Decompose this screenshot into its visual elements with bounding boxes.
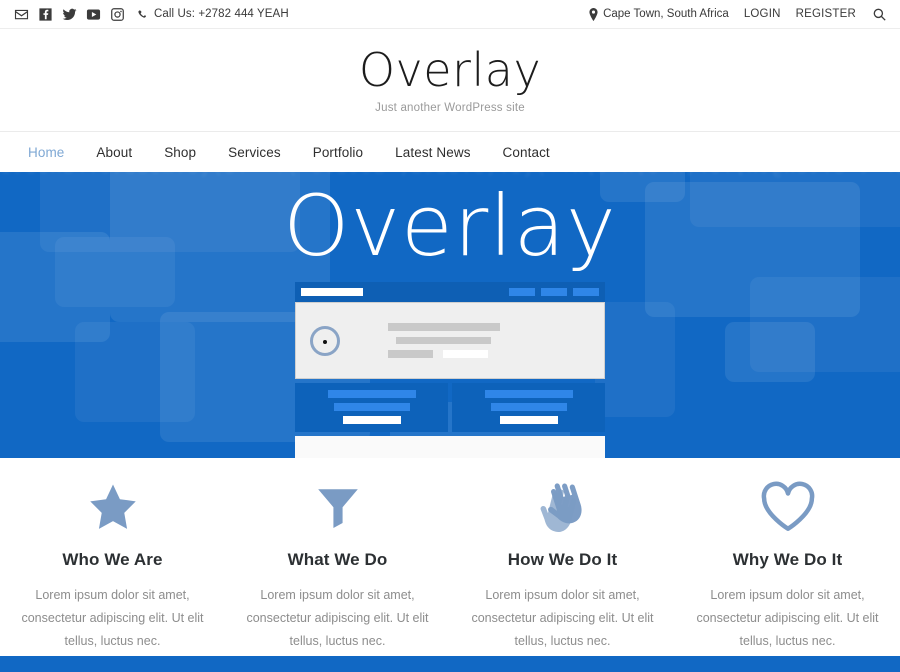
masthead: Overlay Just another WordPress site <box>0 29 900 132</box>
mockup-menu-item <box>573 288 599 296</box>
hero-title: Overlay <box>283 177 617 275</box>
search-icon[interactable] <box>873 8 886 21</box>
phone-text: Call Us: +2782 444 YEAH <box>154 8 289 20</box>
feature-card-who-we-are: Who We Are Lorem ipsum dolor sit amet, c… <box>0 476 225 653</box>
site-title[interactable]: Overlay <box>359 46 541 95</box>
nav-item-about[interactable]: About <box>96 145 132 160</box>
phone-icon <box>137 8 149 20</box>
top-utility-bar: Call Us: +2782 444 YEAH Cape Town, South… <box>0 0 900 29</box>
nav-item-shop[interactable]: Shop <box>164 145 196 160</box>
nav-item-home[interactable]: Home <box>28 145 64 160</box>
mockup-circle-graphic <box>310 325 340 356</box>
top-right-group: Cape Town, South Africa LOGIN REGISTER <box>588 7 886 21</box>
hero-banner: var t=e.length;for(n=0;n<t;n++){if(s.dat… <box>0 172 900 458</box>
mockup-footer-panel <box>295 436 605 458</box>
social-links <box>14 7 125 22</box>
nav-item-latest-news[interactable]: Latest News <box>395 145 470 160</box>
feature-card-why-we-do-it: Why We Do It Lorem ipsum dolor sit amet,… <box>675 476 900 653</box>
map-pin-icon <box>588 7 599 21</box>
mockup-menu <box>509 288 599 296</box>
page-root: Call Us: +2782 444 YEAH Cape Town, South… <box>0 0 900 672</box>
mockup-text-lines <box>388 323 500 358</box>
mockup-card <box>452 383 605 432</box>
mockup-logo <box>301 288 363 296</box>
site-tagline: Just another WordPress site <box>375 101 525 114</box>
register-link[interactable]: REGISTER <box>796 8 856 20</box>
mockup-card <box>295 383 448 432</box>
funnel-icon <box>243 476 432 538</box>
primary-navigation: Home About Shop Services Portfolio Lates… <box>0 132 900 172</box>
mockup-menu-item <box>541 288 567 296</box>
youtube-icon[interactable] <box>86 7 101 22</box>
instagram-icon[interactable] <box>110 7 125 22</box>
feature-text: Lorem ipsum dolor sit amet, consectetur … <box>471 588 654 649</box>
twitter-icon[interactable] <box>62 7 77 22</box>
feature-card-how-we-do-it: How We Do It Lorem ipsum dolor sit amet,… <box>450 476 675 653</box>
feature-text: Lorem ipsum dolor sit amet, consectetur … <box>696 588 879 649</box>
feature-card-what-we-do: What We Do Lorem ipsum dolor sit amet, c… <box>225 476 450 653</box>
nav-item-services[interactable]: Services <box>228 145 281 160</box>
nav-item-contact[interactable]: Contact <box>503 145 550 160</box>
facebook-icon[interactable] <box>38 7 53 22</box>
location: Cape Town, South Africa <box>588 7 729 21</box>
feature-title: Who We Are <box>62 550 163 569</box>
mockup-menu-item <box>509 288 535 296</box>
nav-item-portfolio[interactable]: Portfolio <box>313 145 363 160</box>
email-icon[interactable] <box>14 7 29 22</box>
heart-outline-icon <box>693 476 882 538</box>
feature-text: Lorem ipsum dolor sit amet, consectetur … <box>21 588 204 649</box>
star-icon <box>18 476 207 538</box>
browser-mockup <box>295 282 605 458</box>
helping-hands-icon <box>468 476 657 538</box>
call-us: Call Us: +2782 444 YEAH <box>137 8 289 20</box>
mockup-topbar <box>295 282 605 302</box>
location-text: Cape Town, South Africa <box>603 8 729 20</box>
feature-text: Lorem ipsum dolor sit amet, consectetur … <box>246 588 429 649</box>
mockup-card-row <box>295 383 605 432</box>
feature-title: How We Do It <box>507 550 618 569</box>
mockup-hero-panel <box>295 302 605 379</box>
footer-color-strip <box>0 656 900 672</box>
feature-title: What We Do <box>287 550 388 569</box>
features-section: Who We Are Lorem ipsum dolor sit amet, c… <box>0 458 900 654</box>
feature-title: Why We Do It <box>732 550 843 569</box>
login-link[interactable]: LOGIN <box>744 8 781 20</box>
